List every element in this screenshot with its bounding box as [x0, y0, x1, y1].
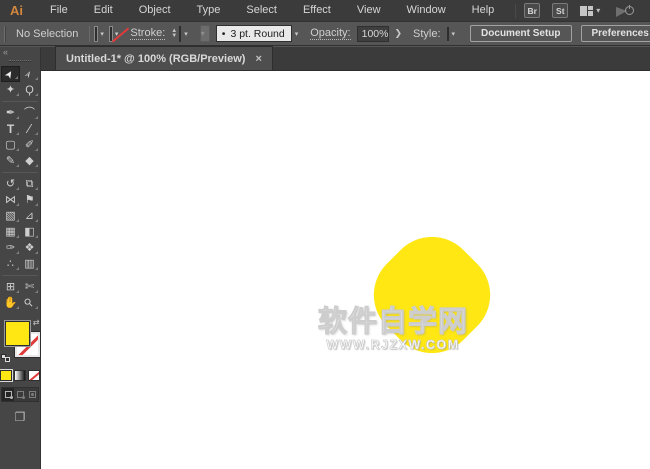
menu-object[interactable]: Object — [126, 0, 184, 21]
canvas[interactable]: 软件自学网 WWW.RJZXW.COM — [41, 71, 650, 469]
toolbar-drag-grip[interactable] — [9, 60, 31, 62]
bridge-button[interactable]: Br — [524, 3, 541, 18]
variable-width-dropdown: ▾ — [199, 25, 210, 42]
none-button[interactable] — [28, 370, 40, 381]
tools-panel: « ➤ ➢ ✦ Ϙ ✒ ⌒ T ∕ ▢ ✐ ✎ ◆ ↺ ⧉ ⋈ ⚑ ▧ ⊿ ▦ ◧ ✑ ❖ ∴ ▥ ⊞ ✄ ✋ ⚲ ⇄ — [0, 47, 41, 469]
drawing-modes — [1, 387, 39, 402]
tab-close-icon[interactable]: × — [255, 53, 261, 65]
tool-divider — [2, 275, 38, 276]
document-tab[interactable]: Untitled-1* @ 100% (RGB/Preview) × — [55, 46, 273, 70]
brush-definition-dropdown[interactable]: • 3 pt. Round — [215, 25, 292, 42]
eyedropper-tool-icon[interactable]: ✑ — [1, 240, 20, 256]
workarea: Untitled-1* @ 100% (RGB/Preview) × 软件自学网… — [41, 46, 650, 469]
selection-tool-icon[interactable]: ➤ — [1, 66, 20, 82]
opacity-field[interactable]: 100% — [356, 25, 390, 42]
blend-tool-icon[interactable]: ❖ — [20, 240, 39, 256]
menubar: Ai File Edit Object Type Select Effect V… — [0, 0, 650, 22]
menu-edit[interactable]: Edit — [81, 0, 126, 21]
style-label: Style: — [413, 27, 441, 40]
pen-tool-icon[interactable]: ✒ — [1, 105, 20, 121]
fill-stroke-indicator: ⇄ — [0, 317, 41, 365]
fill-chevron-icon[interactable]: ▾ — [100, 30, 104, 38]
eraser-tool-icon[interactable]: ◆ — [20, 153, 39, 169]
slice-tool-icon[interactable]: ✄ — [20, 279, 39, 295]
opacity-expand-icon[interactable]: ❯ — [389, 28, 407, 39]
menu-type[interactable]: Type — [184, 0, 234, 21]
swap-fill-stroke-icon[interactable]: ⇄ — [33, 318, 40, 327]
document-setup-button[interactable]: Document Setup — [470, 25, 572, 42]
draw-behind-button[interactable] — [14, 388, 26, 401]
magic-wand-tool-icon[interactable]: ✦ — [1, 82, 20, 98]
style-swatch[interactable] — [446, 26, 449, 41]
change-screen-mode-icon[interactable]: ❐ — [15, 410, 26, 424]
toolbar-collapse-button[interactable]: « — [0, 47, 40, 58]
opacity-label[interactable]: Opacity: — [310, 27, 351, 40]
hand-tool-icon[interactable]: ✋ — [1, 295, 20, 311]
zoom-tool-icon[interactable]: ⚲ — [20, 295, 39, 311]
separator — [89, 25, 91, 42]
fill-indicator[interactable] — [3, 320, 31, 347]
menu-view[interactable]: View — [344, 0, 394, 21]
fill-color-swatch[interactable] — [94, 25, 99, 42]
gpu-performance-icon[interactable] — [616, 4, 635, 18]
illustrator-logo: Ai — [10, 3, 23, 18]
draw-normal-button[interactable] — [2, 388, 14, 401]
chevron-down-icon[interactable]: ▾ — [596, 6, 600, 15]
brush-preview-dot: • — [221, 27, 226, 40]
control-bar: No Selection ▾ ▾ Stroke: ▲ ▼ ▾ ▾ • 3 pt. … — [0, 22, 650, 46]
curvature-tool-icon[interactable]: ⌒ — [20, 105, 39, 121]
brush-chevron-icon[interactable]: ▾ — [295, 30, 299, 38]
gradient-button[interactable] — [14, 370, 26, 381]
style-chevron-icon[interactable]: ▾ — [452, 30, 456, 38]
selection-status: No Selection — [16, 27, 79, 40]
chevron-down-icon: ▾ — [200, 29, 205, 38]
brush-definition-label: 3 pt. Round — [230, 27, 285, 40]
draw-inside-button[interactable] — [26, 388, 38, 401]
scale-tool-icon[interactable]: ⧉ — [20, 176, 39, 192]
stroke-weight-stepper[interactable]: ▲ ▼ — [171, 28, 177, 39]
width-tool-icon[interactable]: ⋈ — [1, 192, 20, 208]
line-segment-tool-icon[interactable]: ∕ — [20, 121, 39, 137]
shaper-tool-icon[interactable]: ✎ — [1, 153, 20, 169]
stroke-weight-field[interactable] — [179, 25, 182, 42]
menu-select[interactable]: Select — [233, 0, 290, 21]
tool-divider — [2, 172, 38, 173]
illustrator-window: Ai File Edit Object Type Select Effect V… — [0, 0, 650, 469]
menu-window[interactable]: Window — [394, 0, 459, 21]
mesh-tool-icon[interactable]: ▦ — [1, 224, 20, 240]
menu-help[interactable]: Help — [459, 0, 508, 21]
main-area: « ➤ ➢ ✦ Ϙ ✒ ⌒ T ∕ ▢ ✐ ✎ ◆ ↺ ⧉ ⋈ ⚑ ▧ ⊿ ▦ ◧ ✑ ❖ ∴ ▥ ⊞ ✄ ✋ ⚲ ⇄ — [0, 46, 650, 469]
menubar-separator — [515, 3, 517, 18]
color-button[interactable] — [0, 369, 13, 382]
workspace-switcher-icon[interactable] — [580, 5, 594, 16]
rectangle-tool-icon[interactable]: ▢ — [1, 137, 20, 153]
symbol-sprayer-tool-icon[interactable]: ∴ — [1, 256, 20, 272]
panel-grip[interactable] — [4, 25, 6, 42]
gradient-tool-icon[interactable]: ◧ — [20, 224, 39, 240]
tool-divider — [2, 101, 38, 102]
stock-button[interactable]: St — [552, 3, 569, 18]
default-fill-stroke-icon[interactable] — [0, 354, 10, 362]
document-tab-bar: Untitled-1* @ 100% (RGB/Preview) × — [41, 46, 650, 71]
paintbrush-tool-icon[interactable]: ✐ — [20, 137, 39, 153]
menu-file[interactable]: File — [37, 0, 81, 21]
lasso-tool-icon[interactable]: Ϙ — [20, 82, 39, 98]
free-transform-tool-icon[interactable]: ▧ — [1, 208, 20, 224]
document-tab-title: Untitled-1* @ 100% (RGB/Preview) — [66, 52, 246, 65]
perspective-grid-tool-icon[interactable]: ⊿ — [20, 208, 39, 224]
graph-tool-icon[interactable]: ▥ — [20, 256, 39, 272]
stroke-label[interactable]: Stroke: — [130, 27, 166, 40]
type-tool-icon[interactable]: T — [1, 121, 20, 137]
color-type-row — [0, 369, 40, 382]
yellow-blob-shape[interactable] — [355, 218, 509, 372]
menu-effect[interactable]: Effect — [290, 0, 344, 21]
stroke-color-swatch[interactable] — [108, 25, 113, 42]
stroke-weight-chevron-icon[interactable]: ▾ — [184, 30, 188, 38]
direct-selection-tool-icon[interactable]: ➢ — [20, 66, 39, 82]
tool-grid: ➤ ➢ ✦ Ϙ ✒ ⌒ T ∕ ▢ ✐ ✎ ◆ ↺ ⧉ ⋈ ⚑ ▧ ⊿ ▦ ◧ ✑ ❖ ∴ ▥ ⊞ ✄ ✋ ⚲ — [1, 66, 39, 311]
artboard-tool-icon[interactable]: ⊞ — [1, 279, 20, 295]
rotate-tool-icon[interactable]: ↺ — [1, 176, 20, 192]
preferences-button[interactable]: Preferences — [580, 25, 650, 42]
puppet-warp-tool-icon[interactable]: ⚑ — [20, 192, 39, 208]
